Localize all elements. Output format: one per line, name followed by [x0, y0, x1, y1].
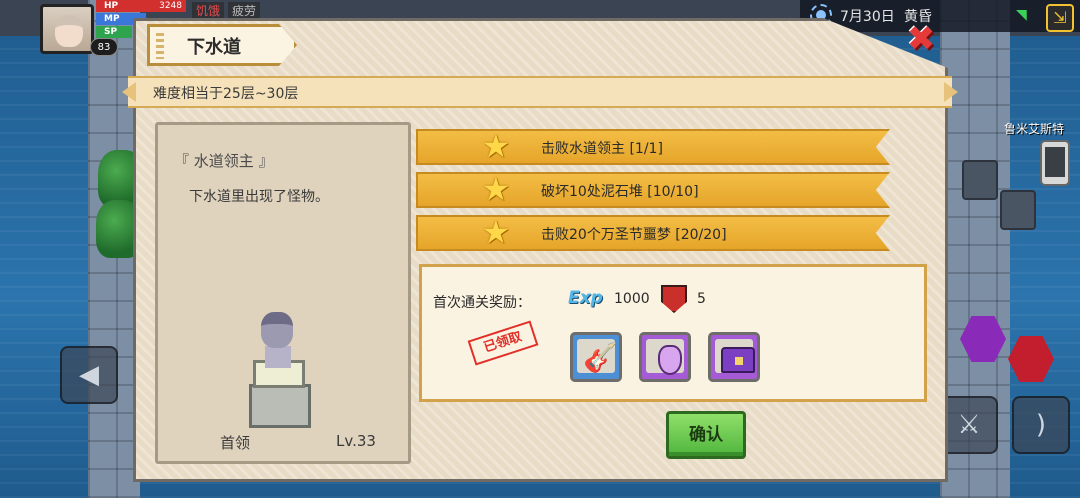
shield-value: 5 — [697, 291, 706, 307]
confirm-button[interactable]: 确认 — [666, 411, 746, 459]
npc-name-label: 鲁米艾斯特 — [1004, 122, 1065, 136]
objective-text: 击败水道领主 [1/1] — [541, 141, 663, 157]
boss-head — [261, 312, 293, 348]
status-fatigue: 疲劳 — [228, 2, 261, 19]
first-clear-reward-label: 首次通关奖励： — [433, 295, 531, 311]
sp-bar: SP — [96, 26, 132, 38]
attack-button[interactable]: ⚔ — [940, 396, 998, 454]
objective-text: 破坏10处泥石堆 [10/10] — [541, 184, 699, 200]
item-slot-inner — [577, 339, 615, 373]
reward-item-slot[interactable] — [570, 332, 622, 382]
title-tab-stripe — [156, 33, 164, 59]
exp-icon: Exp — [568, 288, 603, 308]
objective-text: 击败20个万圣节噩梦 [20/20] — [541, 227, 727, 243]
chest-icon — [721, 347, 755, 373]
boss-body — [265, 346, 291, 368]
mp-label: MP — [104, 14, 120, 24]
date-label: 7月30日 — [840, 9, 895, 25]
stone-block — [962, 160, 998, 200]
close-icon[interactable]: ✖ — [903, 22, 939, 58]
stone-block — [1000, 190, 1036, 230]
potion-icon — [658, 345, 682, 375]
player-level-badge: 83 — [90, 38, 118, 56]
hp-bar: HP 3248 — [96, 0, 186, 12]
sp-label: SP — [104, 27, 118, 37]
exit-icon[interactable]: ⇲ — [1046, 4, 1074, 32]
star-icon: ★ — [481, 127, 511, 165]
reward-item-slot[interactable] — [639, 332, 691, 382]
pedestal-base — [249, 384, 311, 428]
exp-value: 1000 — [614, 291, 650, 307]
wifi-icon: ◥ — [1016, 7, 1027, 23]
status-hunger: 饥饿 — [192, 2, 225, 19]
difficulty-text: 难度相当于25层~30层 — [153, 86, 299, 102]
item-slot-inner — [715, 339, 755, 373]
boss-role-label: 首领 — [220, 434, 251, 452]
reward-item-slot[interactable] — [708, 332, 760, 382]
player-avatar[interactable] — [40, 4, 94, 54]
boss-level-label: Lv.33 — [336, 432, 376, 450]
star-icon: ★ — [481, 170, 511, 208]
dialog-title: 下水道 — [187, 37, 241, 58]
phone-icon[interactable] — [1040, 140, 1070, 186]
star-icon: ★ — [481, 213, 511, 251]
hp-label: HP — [104, 1, 119, 11]
bow-button[interactable]: ) — [1012, 396, 1070, 454]
hp-value: 3248 — [159, 1, 182, 11]
status-effects: 饥饿 疲劳 — [192, 2, 261, 19]
dpad-left-button[interactable]: ◀ — [60, 346, 118, 404]
boss-name: 『 水道领主 』 — [174, 152, 274, 170]
boss-description: 下水道里出现了怪物。 — [189, 189, 329, 205]
boss-statue-icon — [247, 312, 317, 428]
item-slot-inner — [646, 339, 684, 375]
avatar-face — [55, 15, 83, 47]
